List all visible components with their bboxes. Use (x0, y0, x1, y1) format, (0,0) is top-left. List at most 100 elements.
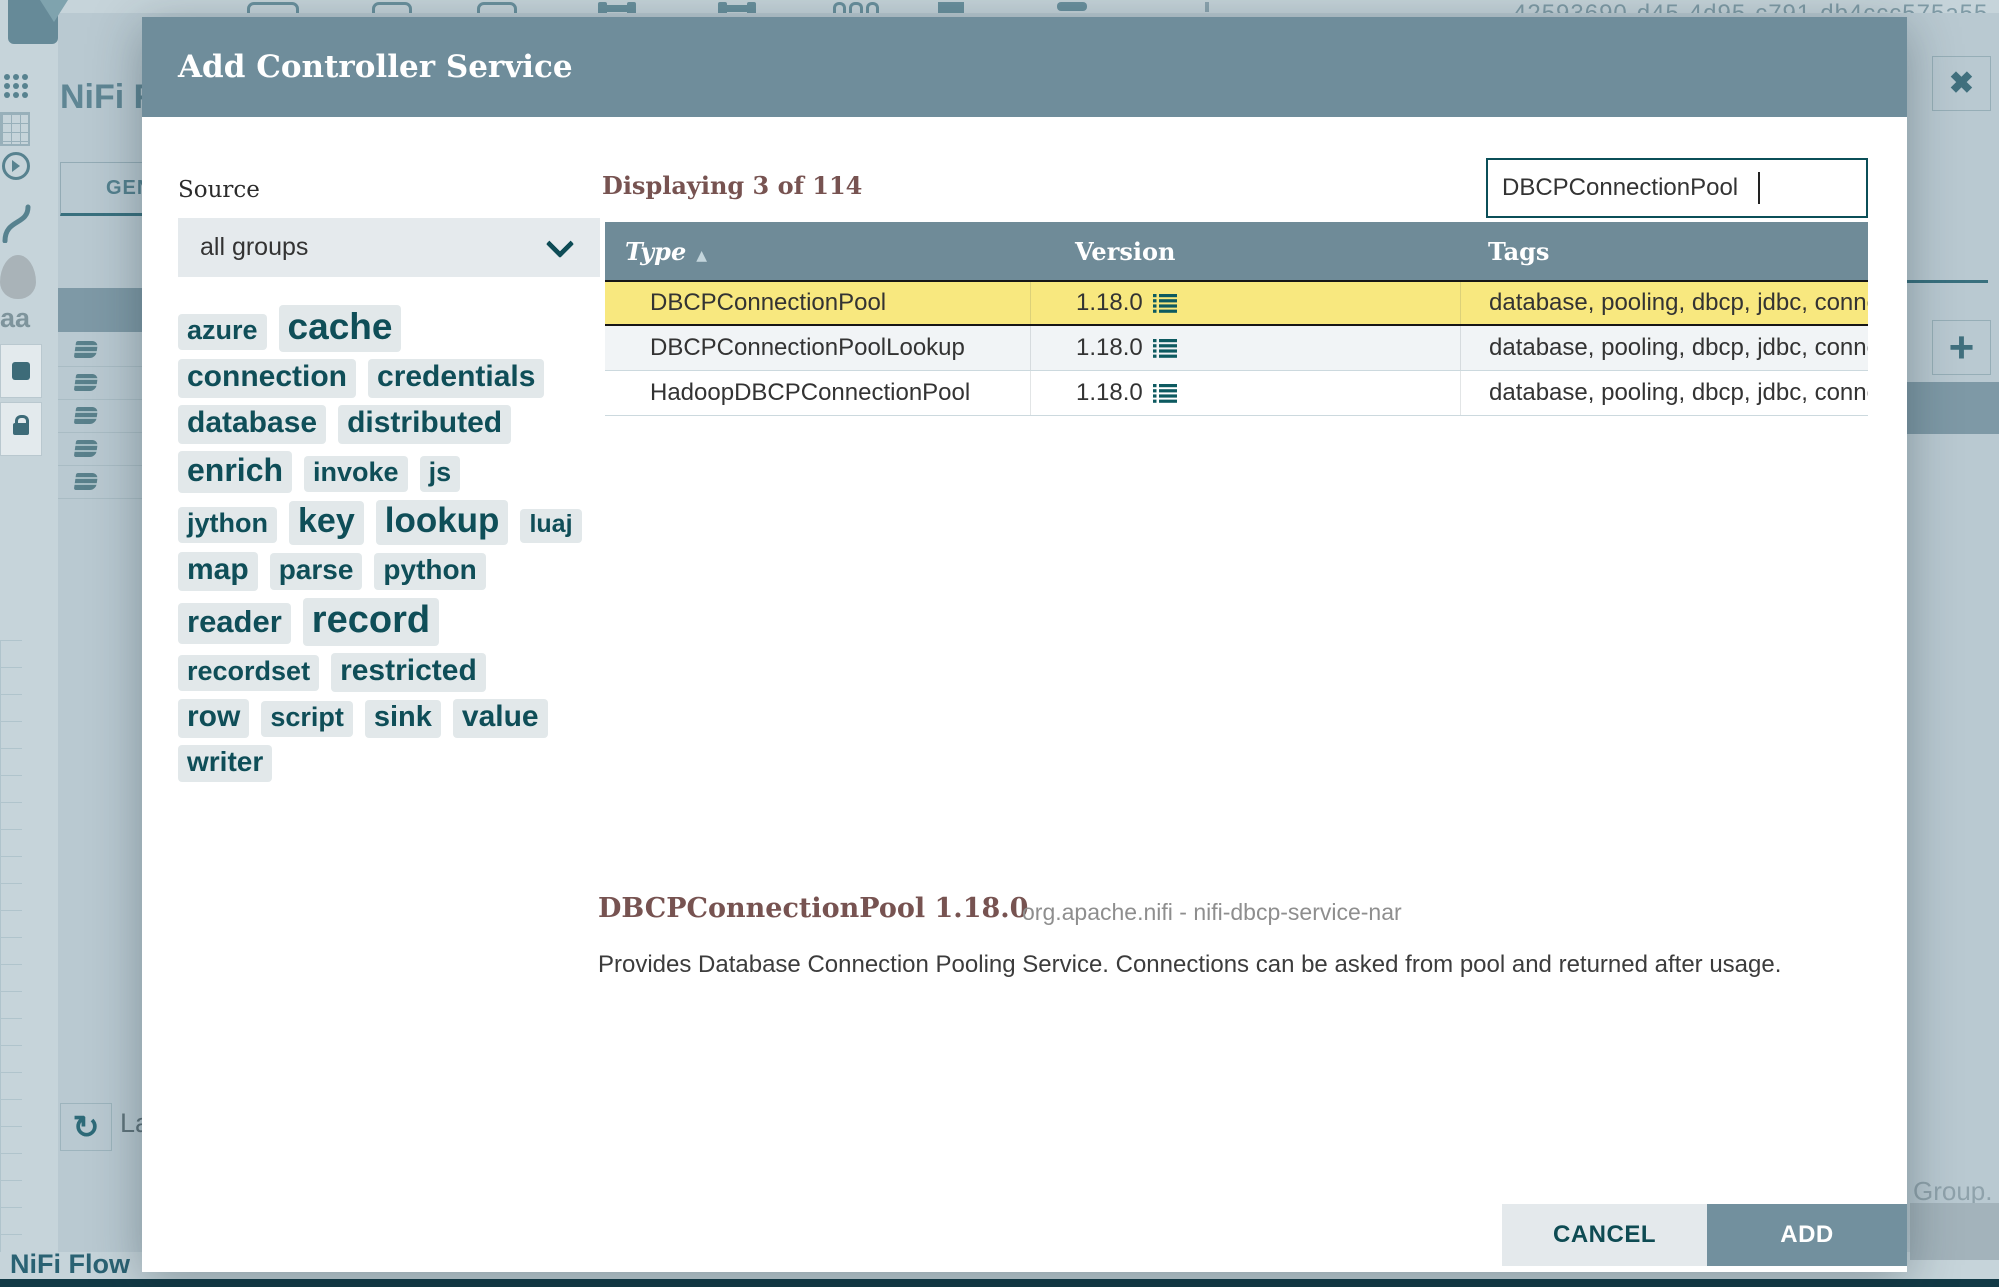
book-icon (73, 341, 99, 358)
chevron-down-icon (545, 229, 575, 259)
service-version-cell: 1.18.0 (1030, 282, 1460, 324)
tag-pill-record[interactable]: record (302, 598, 440, 646)
table-header-row: Type ▲ Version Tags (605, 222, 1868, 280)
tag-pill-value[interactable]: value (452, 699, 548, 738)
book-icon (73, 407, 99, 424)
canvas-zoom-label: aa (0, 303, 31, 333)
puzzle-icon (12, 362, 30, 380)
droplet-icon (0, 255, 36, 299)
source-label: Source (178, 177, 260, 203)
tag-pill-row[interactable]: row (178, 699, 250, 738)
bg-table-header-fragment (1907, 382, 1999, 434)
service-type-table: Type ▲ Version Tags DBCPConnectionPool 1.1… (605, 222, 1868, 416)
book-icon (73, 473, 99, 490)
breadcrumb: NiFi Flow (10, 1249, 130, 1279)
bg-service-row (58, 334, 142, 367)
tag-row: jython key lookup luaj (178, 500, 648, 545)
nifi-screen: 42593690-d45-4d95-c791-db4ccc575a55 aa N… (0, 0, 1999, 1287)
column-header-tags[interactable]: Tags (1460, 237, 1868, 266)
tag-row: azure cache (178, 305, 648, 352)
selected-service-bundle: org.apache.nifi - nifi-dbcp-service-nar (1022, 899, 1402, 925)
tag-pill-invoke[interactable]: invoke (304, 456, 408, 492)
service-type-cell: DBCPConnectionPool (650, 289, 887, 316)
tag-row: database distributed (178, 405, 648, 444)
tag-pill-enrich[interactable]: enrich (178, 451, 293, 493)
tag-pill-cache[interactable]: cache (278, 305, 402, 352)
bg-block (1910, 1203, 1999, 1260)
tag-pill-distributed[interactable]: distributed (338, 405, 512, 444)
tag-pill-credentials[interactable]: credentials (368, 359, 545, 398)
component-box (0, 402, 42, 456)
service-row-HadoopDBCPConnectionPool[interactable]: HadoopDBCPConnectionPool 1.18.0 database, … (605, 370, 1868, 416)
tag-pill-reader[interactable]: reader (178, 603, 291, 644)
nifi-logo-notch (40, 0, 68, 22)
label-icon (1057, 2, 1087, 11)
displaying-count: Displaying 3 of 114 (602, 171, 863, 200)
tag-pill-parse[interactable]: parse (269, 553, 363, 590)
tag-pill-recordset[interactable]: recordset (178, 655, 320, 691)
tag-row: enrich invoke js (178, 451, 648, 493)
close-icon: ✖ (1948, 67, 1975, 100)
filter-input[interactable] (1486, 158, 1868, 218)
tag-pill-map[interactable]: map (178, 552, 258, 591)
service-type-cell: DBCPConnectionPoolLookup (650, 334, 965, 361)
service-row-DBCPConnectionPool[interactable]: DBCPConnectionPool 1.18.0 database, poolin… (605, 280, 1868, 326)
add-service-button-bg: + (1932, 320, 1991, 375)
tag-cloud: azure cache connection credentials database d… (178, 305, 648, 789)
service-tags-cell: database, pooling, dbcp, jdbc, connec… (1460, 326, 1868, 370)
component-box (0, 344, 42, 398)
service-row-DBCPConnectionPoolLookup[interactable]: DBCPConnectionPoolLookup 1.18.0 database, … (605, 326, 1868, 370)
service-type-cell: HadoopDBCPConnectionPool (650, 379, 971, 406)
tag-pill-python[interactable]: python (374, 553, 486, 590)
bg-service-row (58, 400, 142, 433)
lock-icon (13, 415, 29, 435)
sort-asc-icon: ▲ (696, 247, 707, 264)
tag-pill-database[interactable]: database (178, 405, 327, 444)
bg-service-row (58, 367, 142, 400)
bg-divider (1907, 280, 1988, 283)
column-header-type[interactable]: Type ▲ (605, 237, 1030, 266)
settings-page-title-fragment: NiFi F (60, 78, 155, 116)
plus-icon: + (1948, 322, 1975, 372)
tag-pill-writer[interactable]: writer (178, 745, 273, 782)
add-button[interactable]: ADD (1707, 1204, 1907, 1266)
tag-row: reader record (178, 598, 648, 646)
table-body: DBCPConnectionPool 1.18.0 database, poolin… (605, 280, 1868, 416)
tag-pill-luaj[interactable]: luaj (520, 509, 582, 543)
tag-pill-js[interactable]: js (419, 456, 461, 492)
settings-close-button: ✖ (1932, 56, 1991, 111)
selected-service-description: Provides Database Connection Pooling Ser… (598, 951, 1782, 978)
text-caret (1758, 172, 1760, 204)
toolbar-divider (1205, 2, 1209, 12)
tag-pill-connection[interactable]: connection (178, 359, 357, 398)
tag-row: row script sink value (178, 699, 648, 738)
dialog-header: Add Controller Service (142, 17, 1907, 117)
bg-service-list-fragment (58, 334, 142, 499)
service-version-cell: 1.18.0 (1030, 326, 1460, 370)
source-group-select[interactable]: all groups (178, 218, 600, 277)
play-circle-icon (2, 152, 30, 180)
tag-pill-script[interactable]: script (261, 701, 353, 737)
tag-pill-key[interactable]: key (289, 501, 364, 545)
grid-dots-icon (4, 74, 10, 80)
bg-table-header-fragment (58, 288, 142, 332)
status-bar (0, 1279, 1999, 1287)
dialog-title: Add Controller Service (178, 49, 573, 85)
tag-pill-restricted[interactable]: restricted (331, 653, 486, 692)
book-icon (73, 440, 99, 457)
bg-service-row (58, 466, 142, 499)
service-tags-cell: database, pooling, dbcp, jdbc, connec… (1460, 282, 1868, 324)
tag-pill-azure[interactable]: azure (178, 314, 267, 350)
tag-pill-lookup[interactable]: lookup (375, 500, 509, 545)
filter-field-wrap (1486, 158, 1868, 218)
tag-pill-jython[interactable]: jython (178, 507, 277, 543)
version-list-icon (1152, 338, 1177, 358)
service-tags-cell: database, pooling, dbcp, jdbc, connec… (1460, 371, 1868, 415)
cancel-button[interactable]: CANCEL (1502, 1204, 1707, 1266)
refresh-button-bg: ↻ (60, 1103, 112, 1151)
column-header-version[interactable]: Version (1030, 237, 1460, 266)
source-selected-value: all groups (200, 233, 309, 261)
tag-row: connection credentials (178, 359, 648, 398)
tag-pill-sink[interactable]: sink (364, 700, 441, 738)
tag-row: writer (178, 745, 648, 782)
